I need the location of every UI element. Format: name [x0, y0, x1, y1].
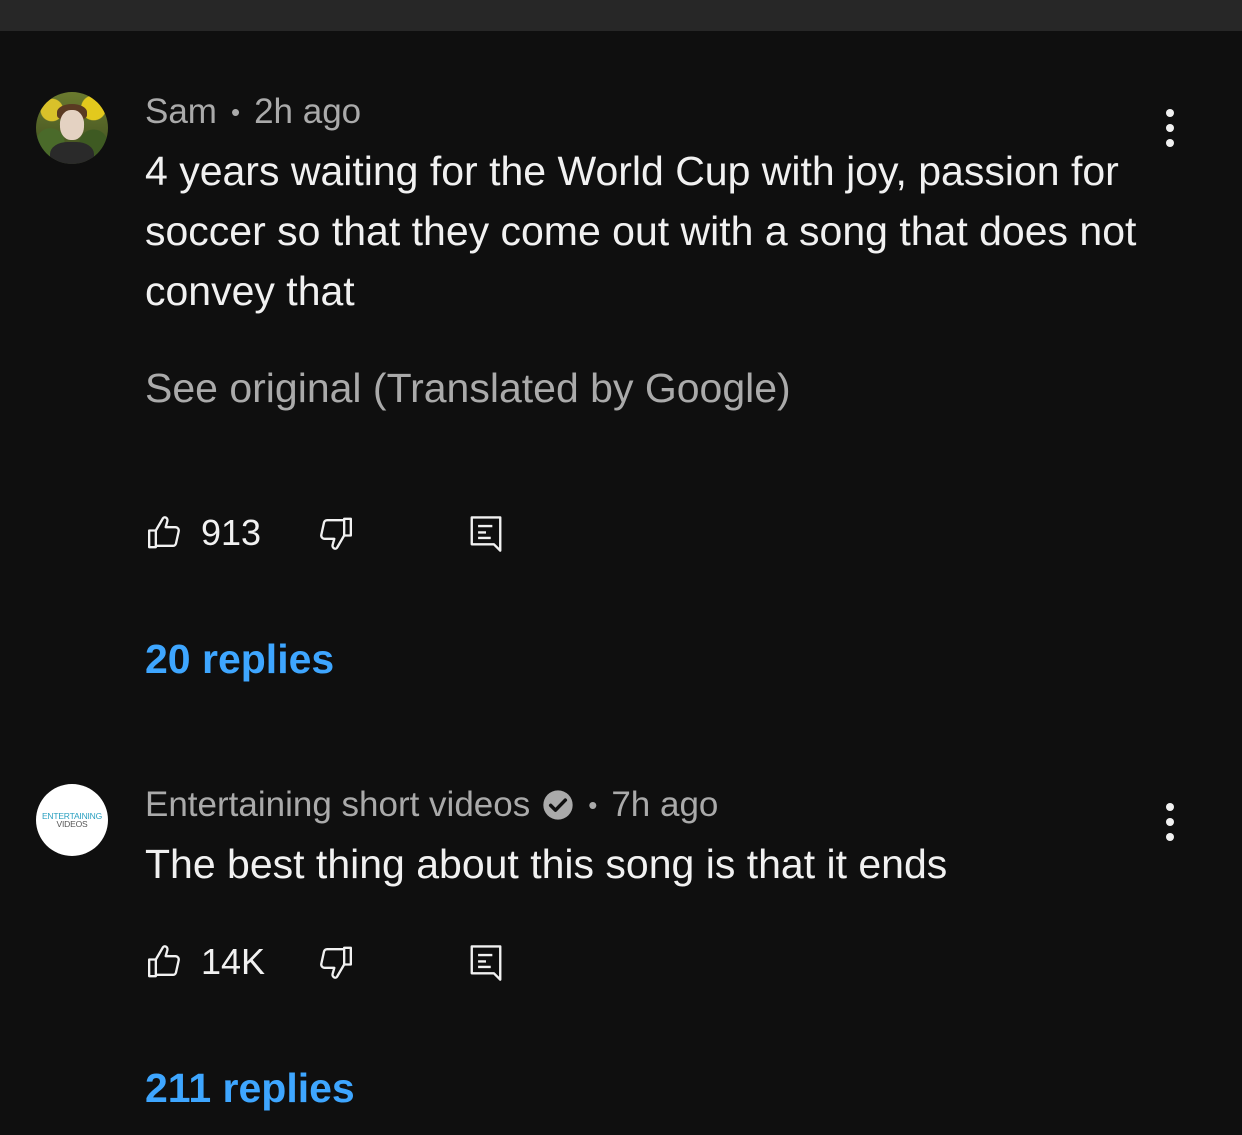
more-vertical-icon: [1166, 109, 1174, 147]
avatar-face: [60, 110, 84, 140]
like-count: 913: [201, 512, 262, 553]
avatar-shirt: [50, 142, 94, 164]
user-avatar[interactable]: [36, 92, 108, 164]
reply-button[interactable]: [467, 942, 505, 989]
more-options-button[interactable]: [1150, 797, 1190, 847]
top-bar: [0, 0, 1242, 31]
see-original-link[interactable]: See original (Translated by Google): [145, 363, 791, 413]
comment-actions: 14K: [145, 937, 645, 987]
channel-avatar[interactable]: ENTERTAINING VIDEOS: [36, 784, 108, 856]
meta-separator: •: [230, 97, 241, 127]
comment-text: The best thing about this song is that i…: [145, 841, 948, 887]
more-options-button[interactable]: [1150, 103, 1190, 153]
like-button[interactable]: 14K: [145, 937, 265, 987]
comment-meta: Sam • 2h ago: [145, 92, 361, 132]
thumbs-up-icon: [148, 945, 180, 978]
replies-link[interactable]: 20 replies: [145, 634, 334, 684]
comment-time[interactable]: 2h ago: [254, 92, 361, 132]
verified-check-icon: [543, 790, 573, 820]
logo-line-2: VIDEOS: [56, 819, 88, 829]
comment-author[interactable]: Entertaining short videos: [145, 785, 530, 825]
reply-icon: [470, 945, 502, 981]
dislike-button[interactable]: [315, 513, 355, 558]
thumbs-up-icon: [148, 516, 180, 549]
comment-author[interactable]: Sam: [145, 92, 217, 132]
comment-text: 4 years waiting for the World Cup with j…: [145, 148, 1137, 314]
meta-separator: •: [588, 790, 598, 820]
comment-actions: 913: [145, 508, 645, 558]
reply-icon: [470, 516, 502, 552]
comment-meta: Entertaining short videos • 7h ago: [145, 785, 718, 825]
channel-logo: ENTERTAINING VIDEOS: [42, 812, 102, 829]
like-button[interactable]: 913: [145, 508, 261, 558]
thumbs-down-icon: [320, 946, 352, 979]
replies-link[interactable]: 211 replies: [145, 1063, 355, 1113]
more-vertical-icon: [1166, 803, 1174, 841]
reply-button[interactable]: [467, 513, 505, 560]
comment-time[interactable]: 7h ago: [611, 785, 718, 825]
thumbs-down-icon: [320, 517, 352, 550]
like-count: 14K: [201, 941, 266, 982]
dislike-button[interactable]: [315, 942, 355, 987]
